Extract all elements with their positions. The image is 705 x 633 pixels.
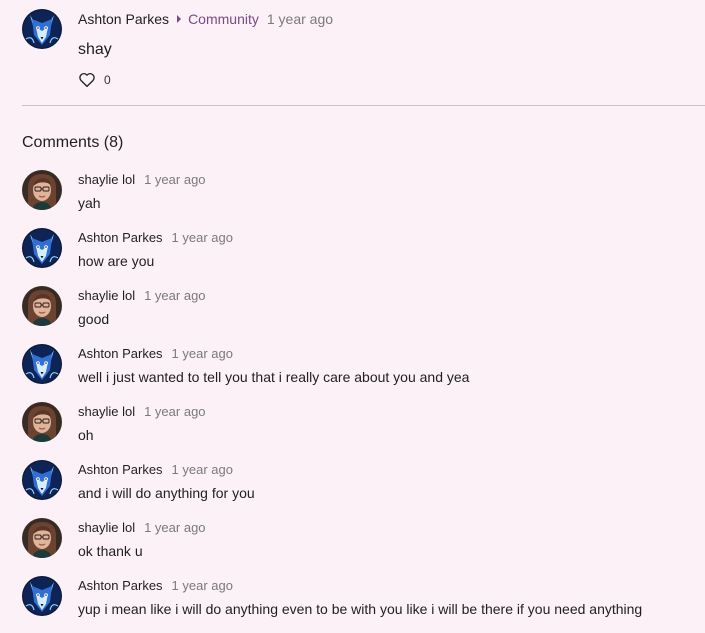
comment-avatar[interactable]	[22, 576, 62, 616]
comment-author-link[interactable]: shaylie lol	[78, 172, 135, 188]
comment-avatar[interactable]	[22, 460, 62, 500]
girl-avatar-icon	[22, 402, 62, 442]
comment-author-link[interactable]: shaylie lol	[78, 288, 135, 304]
wolf-avatar-icon	[22, 344, 62, 384]
comment-text: yup i mean like i will do anything even …	[78, 601, 643, 617]
comment-avatar[interactable]	[22, 344, 62, 384]
post-body: shay	[78, 41, 112, 58]
comment-meta: Ashton Parkes 1 year ago	[78, 462, 233, 478]
comment-meta: Ashton Parkes 1 year ago	[78, 230, 233, 246]
comment-text: yah	[78, 195, 101, 211]
comment-author-link[interactable]: Ashton Parkes	[78, 462, 163, 478]
comment-item: Ashton Parkes 1 year ago yup i mean like…	[22, 576, 705, 626]
comment-avatar[interactable]	[22, 170, 62, 210]
comment-text: oh	[78, 427, 94, 443]
heart-icon[interactable]	[78, 71, 96, 89]
comment-text: how are you	[78, 253, 155, 269]
comment-timestamp: 1 year ago	[144, 520, 206, 535]
wolf-avatar-icon	[22, 576, 62, 616]
community-link[interactable]: Community	[188, 11, 259, 27]
wolf-avatar-icon	[22, 460, 62, 500]
girl-avatar-icon	[22, 286, 62, 326]
divider	[22, 105, 705, 106]
comment-item: shaylie lol 1 year ago ok thank u	[22, 518, 705, 568]
post-meta: Ashton Parkes Community 1 year ago	[78, 11, 333, 27]
comment-timestamp: 1 year ago	[171, 346, 233, 361]
comment-text: and i will do anything for you	[78, 485, 255, 501]
comment-avatar[interactable]	[22, 286, 62, 326]
comments-heading: Comments (8)	[22, 134, 124, 151]
girl-avatar-icon	[22, 518, 62, 558]
post-author-link[interactable]: Ashton Parkes	[78, 11, 169, 27]
comment-avatar[interactable]	[22, 518, 62, 558]
comment-item: shaylie lol 1 year ago yah	[22, 170, 705, 220]
comment-timestamp: 1 year ago	[171, 578, 233, 593]
comment-meta: shaylie lol 1 year ago	[78, 288, 206, 304]
wolf-avatar-icon	[22, 9, 62, 49]
comment-item: Ashton Parkes 1 year ago and i will do a…	[22, 460, 705, 510]
post-timestamp: 1 year ago	[266, 11, 334, 27]
comment-timestamp: 1 year ago	[171, 462, 233, 477]
comment-avatar[interactable]	[22, 402, 62, 442]
comment-item: Ashton Parkes 1 year ago well i just wan…	[22, 344, 705, 394]
comment-text: well i just wanted to tell you that i re…	[78, 369, 470, 385]
comment-author-link[interactable]: Ashton Parkes	[78, 230, 163, 246]
comment-item: shaylie lol 1 year ago oh	[22, 402, 705, 452]
comment-item: Ashton Parkes 1 year ago how are you	[22, 228, 705, 278]
comment-meta: Ashton Parkes 1 year ago	[78, 346, 233, 362]
comment-meta: Ashton Parkes 1 year ago	[78, 578, 233, 594]
comment-avatar[interactable]	[22, 228, 62, 268]
comment-timestamp: 1 year ago	[144, 404, 206, 419]
like-row: 0	[78, 71, 111, 89]
girl-avatar-icon	[22, 170, 62, 210]
comment-timestamp: 1 year ago	[144, 288, 206, 303]
page: Ashton Parkes Community 1 year ago shay …	[0, 0, 705, 633]
caret-right-icon	[177, 15, 182, 23]
comment-text: good	[78, 311, 110, 327]
comment-author-link[interactable]: shaylie lol	[78, 404, 135, 420]
comment-meta: shaylie lol 1 year ago	[78, 404, 206, 420]
post-author-avatar[interactable]	[22, 9, 62, 49]
comment-meta: shaylie lol 1 year ago	[78, 172, 206, 188]
comment-timestamp: 1 year ago	[171, 230, 233, 245]
like-count: 0	[104, 73, 111, 87]
comment-author-link[interactable]: Ashton Parkes	[78, 346, 163, 362]
comment-timestamp: 1 year ago	[144, 172, 206, 187]
comment-item: shaylie lol 1 year ago good	[22, 286, 705, 336]
wolf-avatar-icon	[22, 228, 62, 268]
comment-author-link[interactable]: shaylie lol	[78, 520, 135, 536]
comment-meta: shaylie lol 1 year ago	[78, 520, 206, 536]
comment-text: ok thank u	[78, 543, 143, 559]
comment-author-link[interactable]: Ashton Parkes	[78, 578, 163, 594]
